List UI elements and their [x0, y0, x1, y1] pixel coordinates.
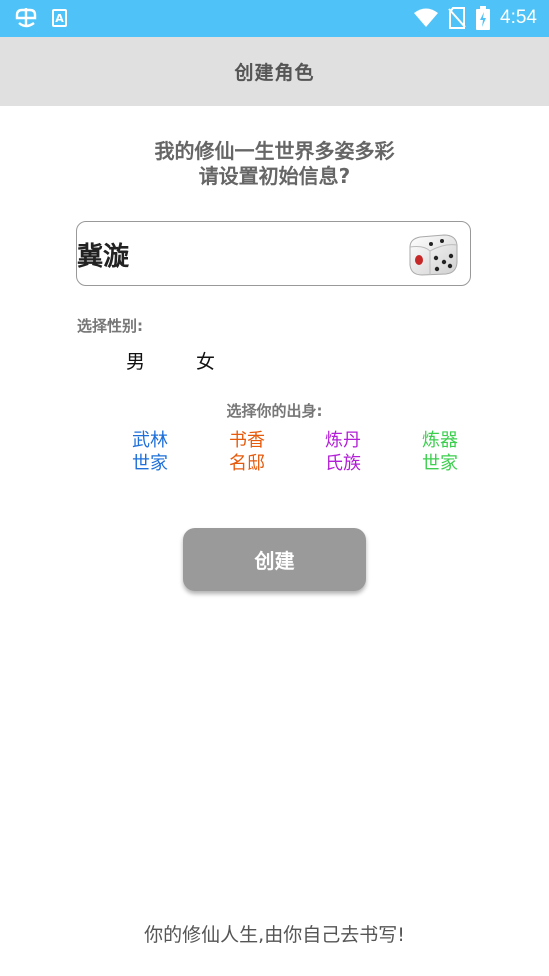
footer-slogan: 你的修仙人生,由你自己去书写!: [144, 924, 405, 946]
origin-option-line: 炼器: [422, 430, 458, 451]
gender-option-male[interactable]: 男: [126, 347, 145, 374]
origin-option-line: 书香: [229, 430, 265, 451]
gender-option-female[interactable]: 女: [196, 347, 215, 374]
intro-text: 我的修仙一生世界多姿多彩 请设置初始信息?: [0, 139, 549, 189]
intro-line-1: 我的修仙一生世界多姿多彩: [154, 139, 395, 163]
clock: 4:54: [500, 7, 537, 28]
origin-option-shuxiang[interactable]: 书香 名邸: [217, 429, 277, 475]
app-store-icon: A: [52, 9, 67, 27]
dice-icon[interactable]: [406, 231, 460, 277]
intro-line-2: 请设置初始信息?: [198, 164, 351, 188]
no-sim-icon: [448, 7, 466, 29]
app-bar: 创建角色: [0, 37, 549, 106]
wifi-icon: [414, 8, 439, 27]
origin-option-line: 名邸: [229, 453, 265, 474]
page-title: 创建角色: [234, 62, 315, 84]
origin-option-liandan[interactable]: 炼丹 氏族: [313, 429, 373, 475]
character-name-value[interactable]: 冀漩: [77, 236, 129, 273]
origin-option-line: 世家: [132, 453, 168, 474]
app-logo-icon: [15, 8, 37, 28]
gender-label: 选择性别:: [77, 317, 143, 335]
origin-option-line: 世家: [422, 453, 458, 474]
status-bar: A 4:54: [0, 0, 549, 37]
character-name-field[interactable]: 冀漩: [76, 221, 471, 286]
origin-option-line: 氏族: [325, 453, 361, 474]
origin-option-line: 武林: [132, 430, 168, 451]
origin-option-wulin[interactable]: 武林 世家: [120, 429, 180, 475]
battery-charging-icon: [476, 6, 491, 30]
origin-label: 选择你的出身:: [226, 402, 323, 420]
origin-option-line: 炼丹: [325, 430, 361, 451]
create-button[interactable]: 创建: [183, 528, 366, 591]
origin-option-lianqi[interactable]: 炼器 世家: [410, 429, 470, 475]
